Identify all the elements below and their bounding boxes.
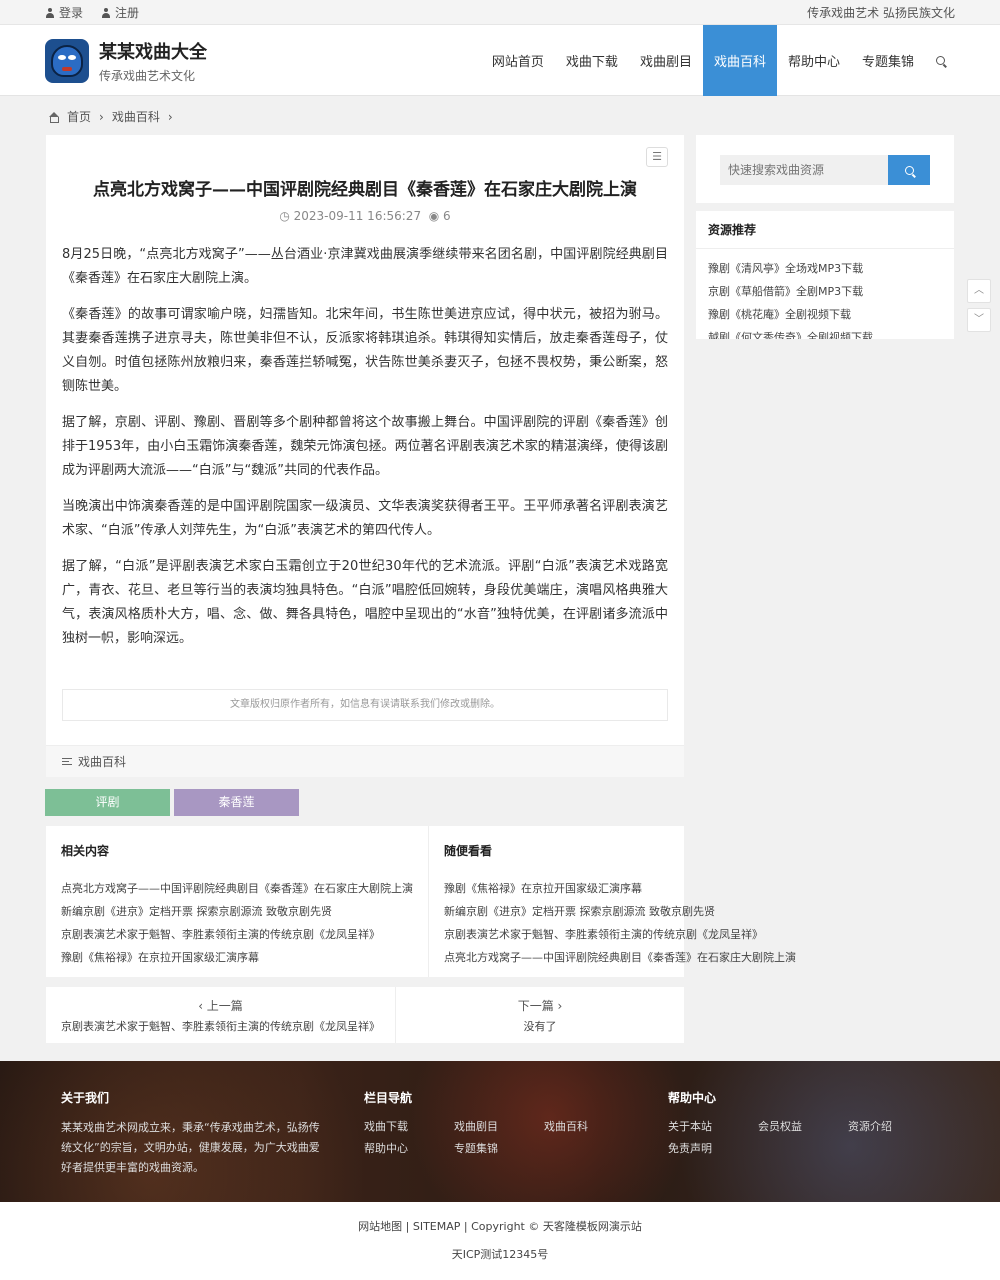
random-content: 随便看看 豫剧《焦裕禄》在京拉开国家级汇演序幕 新编京剧《进京》定档开票 探索京… [428,826,811,977]
article-paragraph: 8月25日晚，“点亮北方戏窝子”——丛台酒业·京津冀戏曲展演季继续带来名团名剧，… [62,247,668,286]
login-link[interactable]: 登录 [45,4,83,21]
recommend-title: 资源推荐 [696,211,954,249]
footer-copyright: 网站地图 | SITEMAP | Copyright © 天客隆模板网演示站 [358,1220,642,1233]
breadcrumb-home[interactable]: 首页 [67,108,91,125]
sidebar-search [696,135,954,203]
list-item[interactable]: 新编京剧《进京》定档开票 探索京剧源流 致敬京剧先贤 [61,900,413,923]
list-item[interactable]: 京剧表演艺术家于魁智、李胜素领衔主演的传统京剧《龙凤呈祥》 [444,923,796,946]
top-slogan: 传承戏曲艺术 弘扬民族文化 [807,6,955,20]
breadcrumb-separator: › [99,109,104,124]
search-icon[interactable] [925,25,955,96]
brand[interactable]: 某某戏曲大全 传承戏曲艺术文化 [45,38,207,84]
footer-link[interactable]: 戏曲下载 [364,1118,454,1134]
list-item[interactable]: 豫剧《清风亭》全场戏MP3下载 [708,257,942,280]
nav-item-topics[interactable]: 专题集锦 [851,25,925,96]
tag-pingju[interactable]: 评剧 [45,789,170,816]
article-paragraph: 当晚演出中饰演秦香莲的是中国评剧院国家一级演员、文华表演奖获得者王平。王平师承著… [62,499,668,538]
related-section: 相关内容 点亮北方戏窝子——中国评剧院经典剧目《秦香莲》在石家庄大剧院上演 新编… [46,826,796,977]
article-category-bar: 戏曲百科 [46,745,684,777]
nav-item-help[interactable]: 帮助中心 [777,25,851,96]
breadcrumb-category[interactable]: 戏曲百科 [112,108,160,125]
footer-about: 关于我们 某某戏曲艺术网成立来，秉承“传承戏曲艺术，弘扬传统文化”的宗旨，文明办… [61,1089,326,1178]
footer-link[interactable]: 专题集锦 [454,1140,544,1156]
breadcrumb: 首页 › 戏曲百科 › [48,108,173,125]
tag-list: 评剧 秦香莲 [45,789,299,816]
search-button[interactable] [888,155,930,185]
random-title: 随便看看 [444,844,493,858]
prev-next-nav: ‹ 上一篇 京剧表演艺术家于魁智、李胜素领衔主演的传统京剧《龙凤呈祥》 下一篇 … [46,987,684,1043]
footer-help-title: 帮助中心 [668,1091,717,1105]
footer-nav: 栏目导航 戏曲下载 戏曲剧目 戏曲百科 帮助中心 专题集锦 [364,1089,634,1156]
search-icon [904,165,914,175]
home-icon [48,111,59,123]
article-meta: ◷ 2023-09-11 16:56:27 ◉ 6 [46,209,684,223]
article-card: ☰ 点亮北方戏窝子——中国评剧院经典剧目《秦香莲》在石家庄大剧院上演 ◷ 202… [46,135,684,777]
article-body: 8月25日晚，“点亮北方戏窝子”——丛台酒业·京津冀戏曲展演季继续带来名团名剧，… [62,243,668,663]
search-input[interactable] [720,155,888,185]
scroll-down-icon[interactable]: ﹀ [967,308,991,332]
clock-icon: ◷ [279,209,290,223]
article-category-link[interactable]: 戏曲百科 [78,753,126,770]
article-title: 点亮北方戏窝子——中国评剧院经典剧目《秦香莲》在石家庄大剧院上演 [93,180,637,200]
nav-item-download[interactable]: 戏曲下载 [555,25,629,96]
next-title: 没有了 [523,1020,557,1033]
breadcrumb-separator: › [167,109,173,124]
main-nav: 网站首页 戏曲下载 戏曲剧目 戏曲百科 帮助中心 专题集锦 [481,25,955,96]
list-icon [62,758,72,765]
eye-icon: ◉ [428,209,440,223]
list-item[interactable]: 点亮北方戏窝子——中国评剧院经典剧目《秦香莲》在石家庄大剧院上演 [61,877,413,900]
register-link[interactable]: 注册 [101,4,139,21]
prev-post[interactable]: ‹ 上一篇 京剧表演艺术家于魁智、李胜素领衔主演的传统京剧《龙凤呈祥》 [46,987,395,1043]
footer-link[interactable]: 会员权益 [758,1118,848,1134]
nav-item-repertoire[interactable]: 戏曲剧目 [629,25,703,96]
footer-about-text: 某某戏曲艺术网成立来，秉承“传承戏曲艺术，弘扬传统文化”的宗旨，文明办站，健康发… [61,1121,320,1174]
list-item[interactable]: 越剧《何文秀传奇》全剧视频下载 [708,326,942,339]
article-views: 6 [443,209,451,223]
copyright-notice: 文章版权归原作者所有，如信息有误请联系我们修改或删除。 [62,689,668,721]
related-content: 相关内容 点亮北方戏窝子——中国评剧院经典剧目《秦香莲》在石家庄大剧院上演 新编… [46,826,428,977]
resource-recommend: 资源推荐 豫剧《清风亭》全场戏MP3下载 京剧《草船借箭》全剧MP3下载 豫剧《… [696,211,954,339]
list-item[interactable]: 豫剧《焦裕禄》在京拉开国家级汇演序幕 [61,946,413,969]
toc-toggle-icon[interactable]: ☰ [646,147,668,167]
footer-about-title: 关于我们 [61,1091,110,1105]
copyright-footer: 网站地图 | SITEMAP | Copyright © 天客隆模板网演示站 天… [0,1202,1000,1280]
article-paragraph: 据了解，“白派”是评剧表演艺术家白玉霜创立于20世纪30年代的艺术流派。评剧“白… [62,559,668,646]
footer-link[interactable]: 帮助中心 [364,1140,454,1156]
footer-icp[interactable]: 天ICP测试12345号 [0,1246,1000,1262]
footer-nav-title: 栏目导航 [364,1091,413,1105]
list-item[interactable]: 豫剧《桃花庵》全剧视频下载 [708,303,942,326]
site-title: 某某戏曲大全 [99,41,207,63]
footer-link[interactable]: 戏曲剧目 [454,1118,544,1134]
site-footer: 关于我们 某某戏曲艺术网成立来，秉承“传承戏曲艺术，弘扬传统文化”的宗旨，文明办… [0,1061,1000,1202]
opera-mask-logo-icon [45,38,89,83]
user-icon [45,7,55,18]
site-subtitle: 传承戏曲艺术文化 [99,68,196,83]
list-item[interactable]: 新编京剧《进京》定档开票 探索京剧源流 致敬京剧先贤 [444,900,796,923]
prev-title[interactable]: 京剧表演艺术家于魁智、李胜素领衔主演的传统京剧《龙凤呈祥》 [61,1018,380,1034]
tag-qinxianglian[interactable]: 秦香莲 [174,789,299,816]
nav-item-encyclopedia[interactable]: 戏曲百科 [702,25,777,96]
nav-item-home[interactable]: 网站首页 [481,25,555,96]
top-bar: 登录 注册 传承戏曲艺术 弘扬民族文化 [0,0,1000,25]
list-item[interactable]: 豫剧《焦裕禄》在京拉开国家级汇演序幕 [444,877,796,900]
scroll-up-icon[interactable]: ︿ [967,279,991,303]
article-paragraph: 据了解，京剧、评剧、豫剧、晋剧等多个剧种都曾将这个故事搬上舞台。中国评剧院的评剧… [62,415,668,478]
prev-label: ‹ 上一篇 [198,999,243,1013]
list-item[interactable]: 点亮北方戏窝子——中国评剧院经典剧目《秦香莲》在石家庄大剧院上演 [444,946,796,969]
next-post[interactable]: 下一篇 › 没有了 [395,987,684,1043]
article-paragraph: 《秦香莲》的故事可谓家喻户晓，妇孺皆知。北宋年间，书生陈世美进京应试，得中状元，… [62,307,668,394]
footer-link[interactable]: 戏曲百科 [544,1118,634,1134]
footer-link[interactable]: 资源介绍 [848,1118,938,1134]
next-label: 下一篇 › [517,999,563,1013]
list-item[interactable]: 京剧《草船借箭》全剧MP3下载 [708,280,942,303]
user-icon [101,7,111,18]
article-date: 2023-09-11 16:56:27 [293,209,422,223]
footer-link[interactable]: 免责声明 [668,1140,758,1156]
footer-link[interactable]: 关于本站 [668,1118,758,1134]
site-header: 某某戏曲大全 传承戏曲艺术文化 网站首页 戏曲下载 戏曲剧目 戏曲百科 帮助中心… [0,25,1000,96]
footer-help: 帮助中心 关于本站 会员权益 资源介绍 免责声明 [668,1089,938,1156]
list-item[interactable]: 京剧表演艺术家于魁智、李胜素领衔主演的传统京剧《龙凤呈祥》 [61,923,413,946]
related-title: 相关内容 [61,844,110,858]
